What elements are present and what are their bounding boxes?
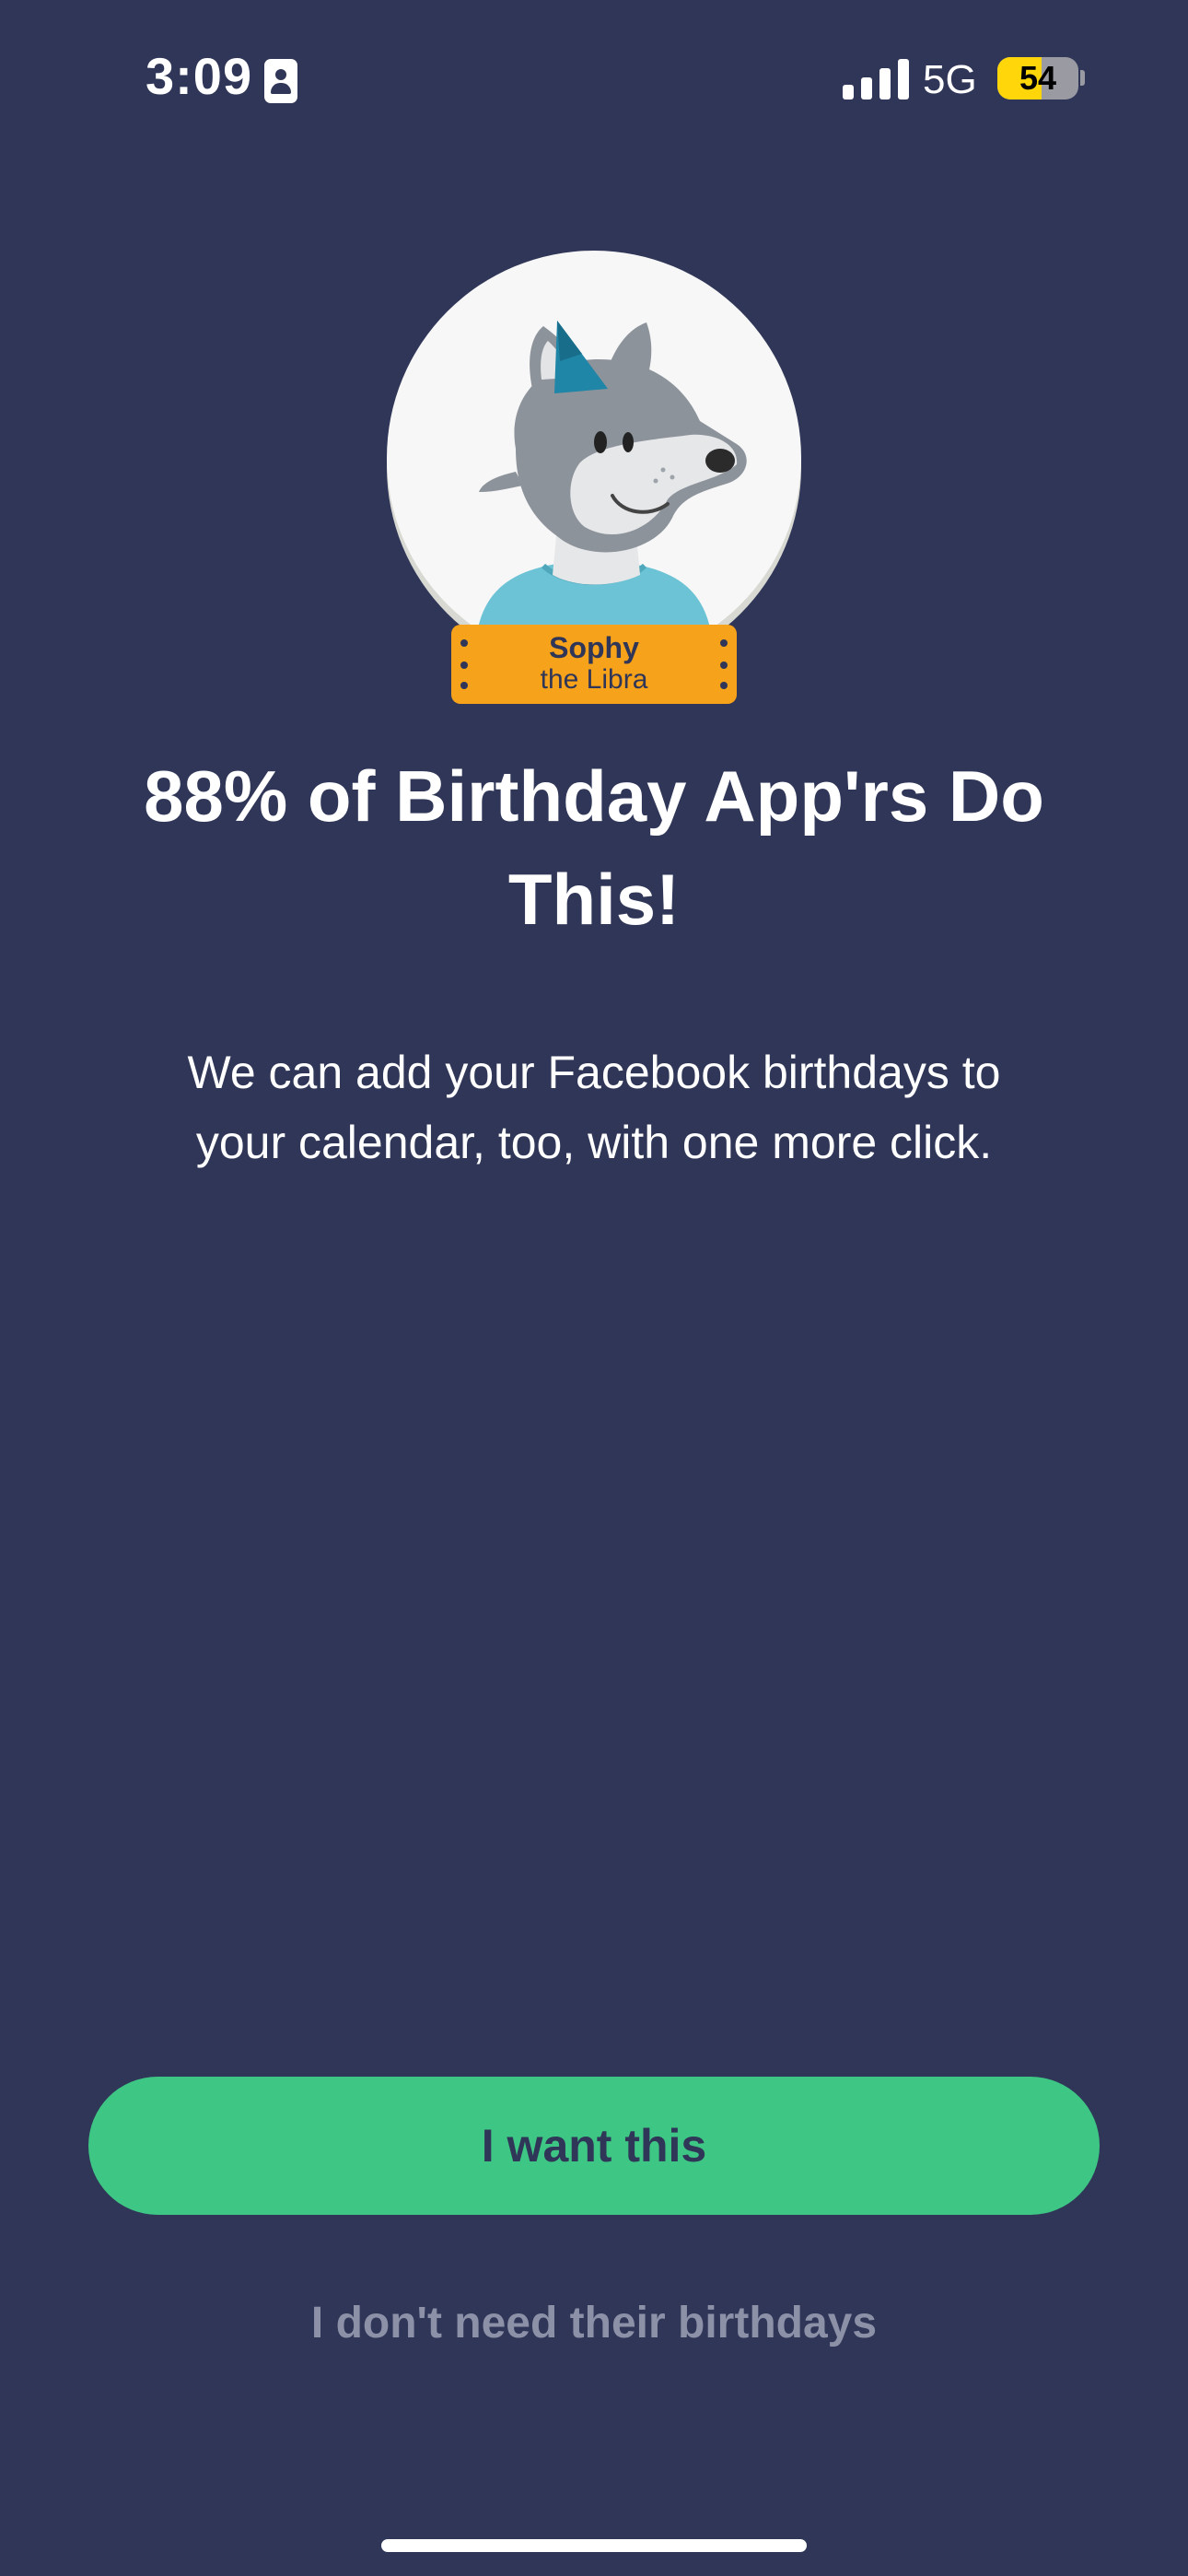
- wolf-avatar-illustration: [387, 251, 801, 665]
- description-text: We can add your Facebook birthdays to yo…: [187, 1047, 1001, 1168]
- i-want-this-button[interactable]: I want this: [88, 2077, 1100, 2215]
- contact-card-icon: [264, 59, 297, 103]
- network-type: 5G: [923, 57, 977, 102]
- avatar-name: Sophy: [549, 631, 639, 664]
- avatar-sign: the Libra: [540, 664, 648, 695]
- decline-link[interactable]: I don't need their birthdays: [88, 2287, 1100, 2360]
- status-bar: 3:09 5G 54: [0, 0, 1188, 166]
- cellular-signal-icon: [843, 59, 909, 100]
- battery-level: 54: [1019, 59, 1057, 97]
- status-time: 3:09: [146, 47, 253, 105]
- avatar: Sophy the Libra: [387, 251, 801, 711]
- home-indicator[interactable]: [381, 2539, 807, 2552]
- battery-nub: [1080, 70, 1085, 86]
- page-title: 88% of Birthday App'rs Do This!: [144, 755, 1044, 940]
- battery-icon: 54: [997, 57, 1078, 100]
- wolf-party-hat-icon: [474, 321, 747, 665]
- avatar-nameplate: Sophy the Libra: [451, 625, 737, 704]
